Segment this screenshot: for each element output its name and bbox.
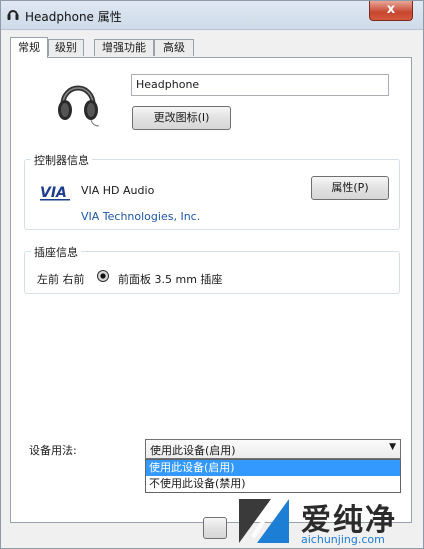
jack-info-title: 插座信息	[31, 244, 81, 260]
device-usage-selected: 使用此设备(启用)	[150, 444, 236, 457]
window-title: Headphone 属性	[25, 10, 122, 24]
device-usage-dropdown[interactable]: 使用此设备(启用) 不使用此设备(禁用)	[145, 459, 401, 493]
chevron-down-icon[interactable]: ▼	[389, 442, 396, 452]
properties-window: Headphone 属性 x 常规 级别 增强功能 高级 Headphone 更…	[0, 0, 424, 549]
headphone-icon	[7, 10, 19, 20]
audio-jack-icon	[97, 270, 109, 282]
ok-button[interactable]	[203, 517, 227, 539]
via-logo-text: VIA	[40, 185, 67, 201]
controller-properties-button[interactable]: 属性(P)	[311, 176, 389, 200]
controller-name: VIA HD Audio	[81, 184, 155, 197]
controller-vendor-link[interactable]: VIA Technologies, Inc.	[81, 210, 200, 223]
device-name-field[interactable]: Headphone	[131, 74, 389, 96]
change-icon-button[interactable]: 更改图标(I)	[132, 106, 231, 130]
device-usage-label: 设备用法:	[29, 444, 77, 457]
jack-info-group: 插座信息 左前 右前 前面板 3.5 mm 插座	[24, 244, 400, 294]
title-bar[interactable]: Headphone 属性 x	[1, 1, 423, 30]
jack-description: 前面板 3.5 mm 插座	[118, 273, 223, 286]
general-tab-panel: Headphone 更改图标(I) 控制器信息 VIA VIA HD Audio…	[10, 57, 412, 523]
watermark-url: aichunjing.com	[301, 533, 385, 546]
device-usage-select[interactable]: 使用此设备(启用) ▼	[145, 439, 401, 459]
jack-position: 左前 右前	[37, 273, 85, 286]
tab-advanced[interactable]: 高级	[154, 39, 194, 56]
tab-levels[interactable]: 级别	[48, 39, 84, 56]
usage-option-enable[interactable]: 使用此设备(启用)	[146, 460, 400, 476]
controller-info-title: 控制器信息	[31, 152, 92, 168]
via-logo-icon: VIA	[40, 185, 70, 201]
tab-enhancements[interactable]: 增强功能	[94, 39, 154, 56]
close-button[interactable]: x	[369, 1, 413, 21]
watermark: 爱纯净 aichunjing.com	[229, 493, 424, 549]
watermark-logo-icon	[239, 499, 289, 543]
usage-option-disable[interactable]: 不使用此设备(禁用)	[146, 476, 400, 492]
tab-general[interactable]: 常规	[10, 37, 48, 58]
controller-info-group: 控制器信息 VIA VIA HD Audio VIA Technologies,…	[24, 152, 400, 230]
headphones-icon	[58, 85, 100, 127]
